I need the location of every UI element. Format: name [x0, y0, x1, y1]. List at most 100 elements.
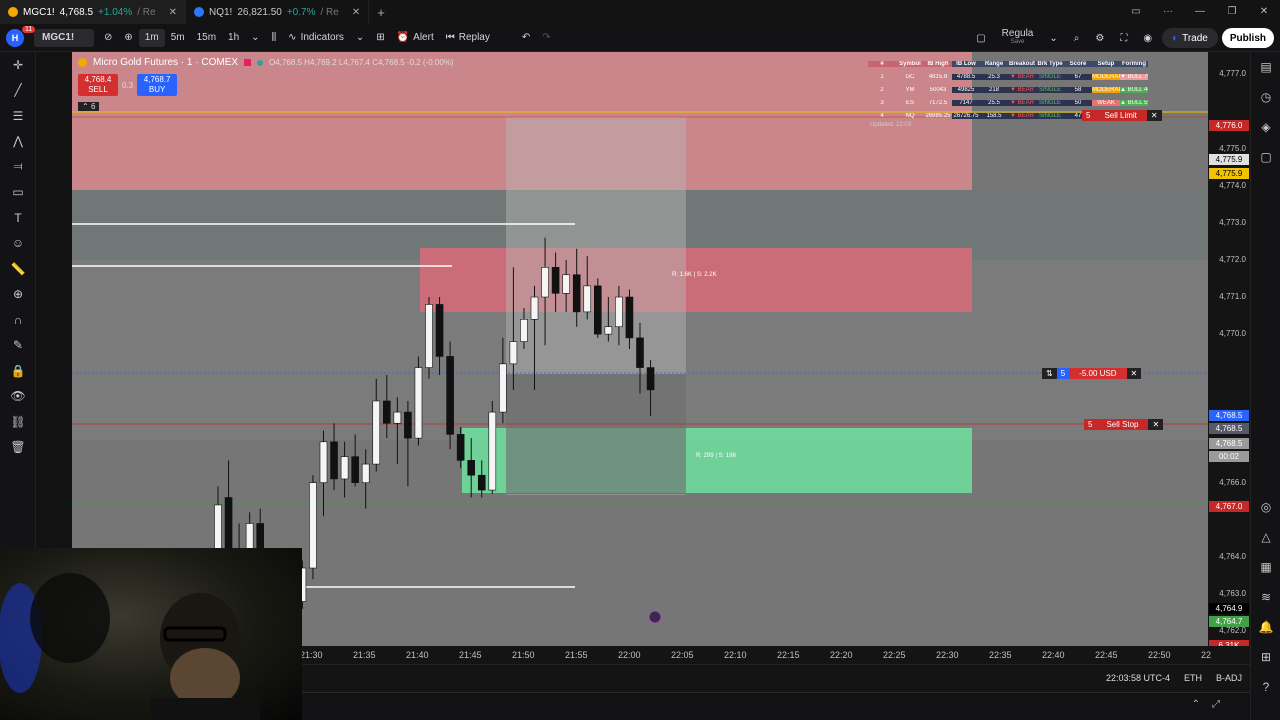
undo-icon[interactable]: ↶: [516, 24, 536, 52]
layout-icon[interactable]: ▢: [970, 24, 991, 52]
stream-icon[interactable]: ≋: [1251, 582, 1280, 612]
adjustment-mode[interactable]: B-ADJ: [1216, 673, 1242, 683]
replay-marker-icon[interactable]: [648, 610, 662, 624]
new-tab-icon[interactable]: +: [369, 5, 393, 20]
candle-body: [604, 326, 613, 335]
chart-type-icon[interactable]: ⫼: [266, 24, 283, 52]
symbol-search[interactable]: MGC1!: [34, 28, 94, 47]
tab-mgc[interactable]: MGC1! 4,768.5 +1.04% / Re ✕: [0, 0, 186, 24]
cancel-order-icon[interactable]: ✕: [1146, 110, 1162, 121]
bell-icon[interactable]: 🔔: [1251, 612, 1280, 642]
interval-15m[interactable]: 15m: [191, 24, 222, 52]
publish-button[interactable]: Publish: [1221, 28, 1274, 48]
table-cell: MODERATE: [1092, 73, 1120, 80]
table-cell: 4788.5: [952, 73, 980, 80]
chat-icon[interactable]: ▢: [1251, 142, 1280, 172]
account-avatar[interactable]: H 11: [0, 24, 36, 52]
table-cell: 67: [1064, 73, 1092, 80]
apps-icon[interactable]: ⊞: [1251, 642, 1280, 672]
redo-icon[interactable]: ↷: [536, 24, 556, 52]
screen-icon[interactable]: ▭: [1120, 0, 1152, 24]
close-tab-icon[interactable]: ✕: [169, 7, 177, 18]
help-icon[interactable]: ?: [1251, 672, 1280, 702]
maximize-icon[interactable]: ❐: [1216, 0, 1248, 24]
short-position-risk-zone: [420, 248, 972, 312]
trendline-icon[interactable]: ╱: [0, 78, 36, 104]
cancel-order-icon[interactable]: ✕: [1148, 419, 1164, 430]
session-type[interactable]: ETH: [1184, 673, 1202, 683]
close-tab-icon[interactable]: ✕: [352, 7, 360, 18]
add-symbol-icon[interactable]: ⊕: [118, 24, 138, 52]
minimize-icon[interactable]: —: [1184, 0, 1216, 24]
price-tag: 4,768.5: [1209, 409, 1249, 421]
watchlist-icon[interactable]: ▤: [1251, 52, 1280, 82]
reverse-icon[interactable]: ⇅: [1042, 368, 1057, 379]
layers-icon[interactable]: ◈: [1251, 112, 1280, 142]
link-icon[interactable]: ⛓: [0, 409, 36, 435]
time-tick: 22:05: [671, 650, 694, 660]
close-window-icon[interactable]: ✕: [1248, 0, 1280, 24]
time-tick: 22:35: [989, 650, 1012, 660]
compare-icon[interactable]: ⊘: [98, 24, 118, 52]
calendar-icon[interactable]: ▦: [1251, 552, 1280, 582]
crosshair-icon[interactable]: ✛: [0, 52, 36, 78]
zoom-icon[interactable]: ⊕: [0, 282, 36, 308]
fullscreen-icon[interactable]: ⛶: [1114, 24, 1133, 52]
trash-icon[interactable]: 🗑: [0, 435, 36, 461]
eye-icon[interactable]: 👁: [0, 384, 36, 410]
search-icon[interactable]: ⌕: [1068, 24, 1086, 52]
shapes-icon[interactable]: ▭: [0, 180, 36, 206]
magnet-icon[interactable]: ∩: [0, 307, 36, 333]
flag-icon[interactable]: [244, 59, 252, 66]
trade-button[interactable]: ◐ Trade: [1162, 28, 1218, 48]
text-icon[interactable]: T: [0, 205, 36, 231]
layout-dropdown-icon[interactable]: ⌄: [1043, 24, 1063, 52]
tab-nq[interactable]: NQ1! 26,821.50 +0.7% / Re ✕: [186, 0, 370, 24]
pattern-icon[interactable]: ⋀: [0, 129, 36, 155]
pencil-lock-icon[interactable]: ✎: [0, 333, 36, 359]
table-cell: YM: [905, 86, 915, 93]
alerts-clock-icon[interactable]: ◷: [1251, 82, 1280, 112]
indicators-dropdown-icon[interactable]: ⌄: [350, 24, 370, 52]
templates-icon[interactable]: ⊞: [370, 24, 390, 52]
ideas-icon[interactable]: △: [1251, 522, 1280, 552]
candle-body: [467, 460, 476, 476]
target-icon[interactable]: ◎: [1251, 492, 1280, 522]
indicators-button[interactable]: ∿ Indicators: [282, 24, 350, 52]
table-cell: WEAK: [1092, 99, 1120, 106]
position-shade: [506, 374, 686, 494]
alert-button[interactable]: ⏰ Alert: [391, 24, 440, 52]
close-position-icon[interactable]: ✕: [1126, 368, 1142, 379]
legend-title[interactable]: Micro Gold Futures · 1 · COMEX: [93, 57, 238, 68]
webcam-overlay: [0, 548, 302, 720]
sell-button[interactable]: 4,768.4 SELL: [78, 74, 118, 96]
price-tick: 4,773.0: [1219, 217, 1246, 227]
price-axis[interactable]: 4,777.0 4,775.0 4,774.0 4,773.0 4,772.0 4,771…: [1208, 52, 1250, 646]
emoji-icon[interactable]: ☺: [0, 231, 36, 257]
expand-panel-icon[interactable]: ⌃: [1192, 699, 1200, 710]
ruler-icon[interactable]: 📏: [0, 256, 36, 282]
camera-icon[interactable]: ◉: [1137, 24, 1158, 52]
buy-button[interactable]: 4,768.7 BUY: [137, 74, 178, 96]
interval-1h[interactable]: 1h: [222, 24, 245, 52]
lock-icon[interactable]: 🔒: [0, 358, 36, 384]
fib-icon[interactable]: ☰: [0, 103, 36, 129]
interval-1m[interactable]: 1m: [138, 28, 165, 47]
table-cell: 7147: [952, 99, 980, 106]
settings-icon[interactable]: ⚙: [1089, 24, 1110, 52]
time-tick: 22:15: [777, 650, 800, 660]
indicator-collapse[interactable]: ⌃ 6: [78, 102, 100, 111]
sell-stop-order[interactable]: 5 Sell Stop ✕: [1084, 419, 1164, 430]
table-cell: 1: [880, 73, 884, 80]
layout-menu[interactable]: Regula Save: [996, 24, 1040, 52]
projection-icon[interactable]: ⫤: [0, 154, 36, 180]
replay-button[interactable]: ⏮ Replay: [440, 24, 496, 52]
candle-body: [393, 411, 402, 424]
sell-limit-order[interactable]: 5 Sell Limit ✕: [1082, 110, 1162, 121]
more-icon[interactable]: ···: [1152, 0, 1184, 24]
position-order[interactable]: ⇅ 5 -5.00 USD ✕: [1042, 368, 1142, 379]
maximize-panel-icon[interactable]: ⤢: [1212, 699, 1220, 710]
interval-dropdown-icon[interactable]: ⌄: [245, 24, 265, 52]
interval-5m[interactable]: 5m: [165, 24, 191, 52]
clock-time[interactable]: 22:03:58 UTC-4: [1106, 673, 1170, 683]
